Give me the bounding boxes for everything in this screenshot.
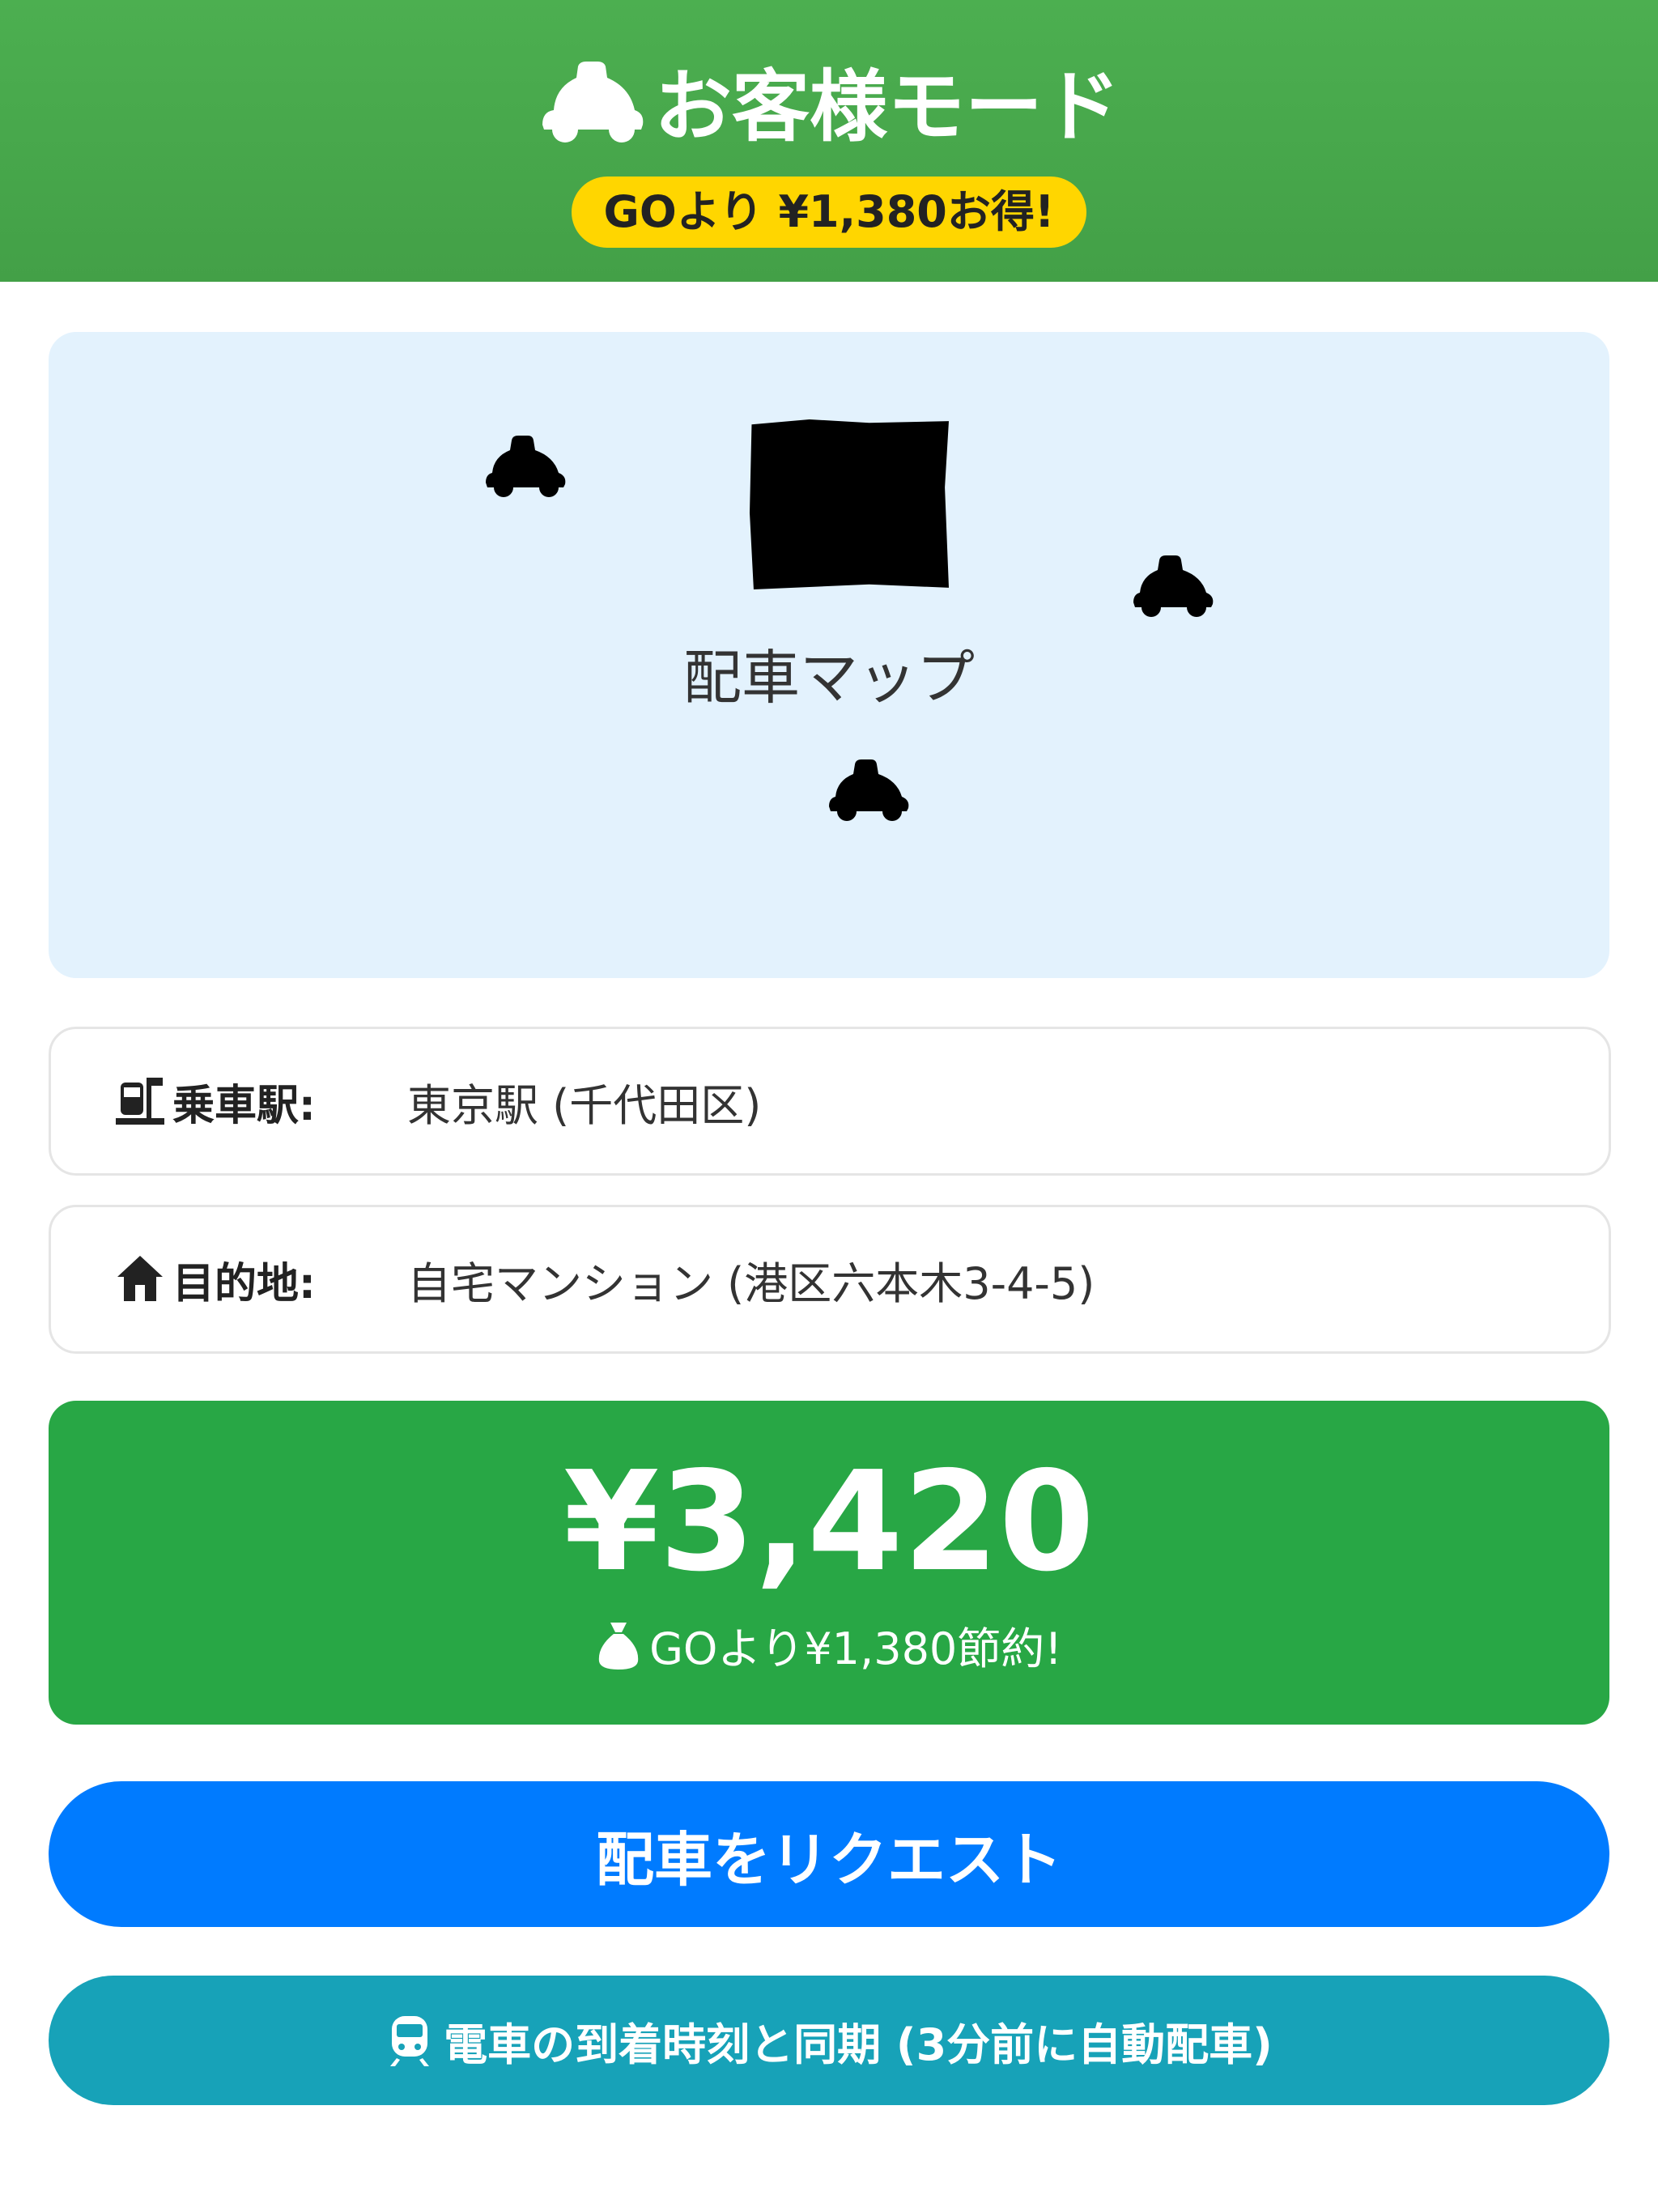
sync-train-button[interactable]: 電車の到着時刻と同期 (3分前に自動配車) bbox=[49, 1976, 1609, 2105]
taxi-icon bbox=[538, 55, 648, 144]
request-ride-label: 配車をリクエスト bbox=[595, 1825, 1062, 1894]
fare-saving: GOより¥1,380節約! bbox=[49, 1613, 1609, 1677]
taxi-icon bbox=[484, 431, 568, 499]
fare-amount: ¥3,420 bbox=[563, 1442, 1095, 1602]
page-title: お客様モード bbox=[654, 61, 1120, 152]
destination-label: 目的地: bbox=[172, 1259, 316, 1308]
pickup-card[interactable]: 乗車駅: 東京駅 (千代田区) bbox=[49, 1027, 1611, 1176]
money-bag-icon bbox=[596, 1619, 641, 1671]
header-title: お客様モード bbox=[0, 47, 1658, 152]
request-ride-button[interactable]: 配車をリクエスト bbox=[49, 1781, 1609, 1927]
taxi-icon bbox=[1132, 551, 1216, 619]
header-bar: お客様モード GOより ¥1,380お得! bbox=[0, 0, 1658, 282]
destination-value: 自宅マンション (港区六本木3-4-5) bbox=[407, 1257, 1095, 1309]
pickup-value: 東京駅 (千代田区) bbox=[407, 1079, 762, 1131]
dispatch-map[interactable]: 配車マップ bbox=[49, 332, 1609, 978]
taxi-icon bbox=[827, 755, 912, 823]
fare-saving-text: GOより¥1,380節約! bbox=[649, 1623, 1062, 1674]
promo-badge: GOより ¥1,380お得! bbox=[571, 177, 1087, 248]
destination-card[interactable]: 目的地: 自宅マンション (港区六本木3-4-5) bbox=[49, 1205, 1611, 1354]
sync-train-label: 電車の到着時刻と同期 (3分前に自動配車) bbox=[444, 2018, 1273, 2070]
fare-panel: ¥3,420 GOより¥1,380節約! bbox=[49, 1401, 1609, 1725]
house-icon bbox=[114, 1253, 166, 1304]
train-station-icon bbox=[114, 1074, 166, 1126]
map-label: 配車マップ bbox=[682, 644, 975, 712]
map-placeholder-image bbox=[750, 419, 949, 589]
train-icon bbox=[385, 2013, 434, 2068]
pickup-label: 乗車駅: bbox=[172, 1081, 316, 1130]
